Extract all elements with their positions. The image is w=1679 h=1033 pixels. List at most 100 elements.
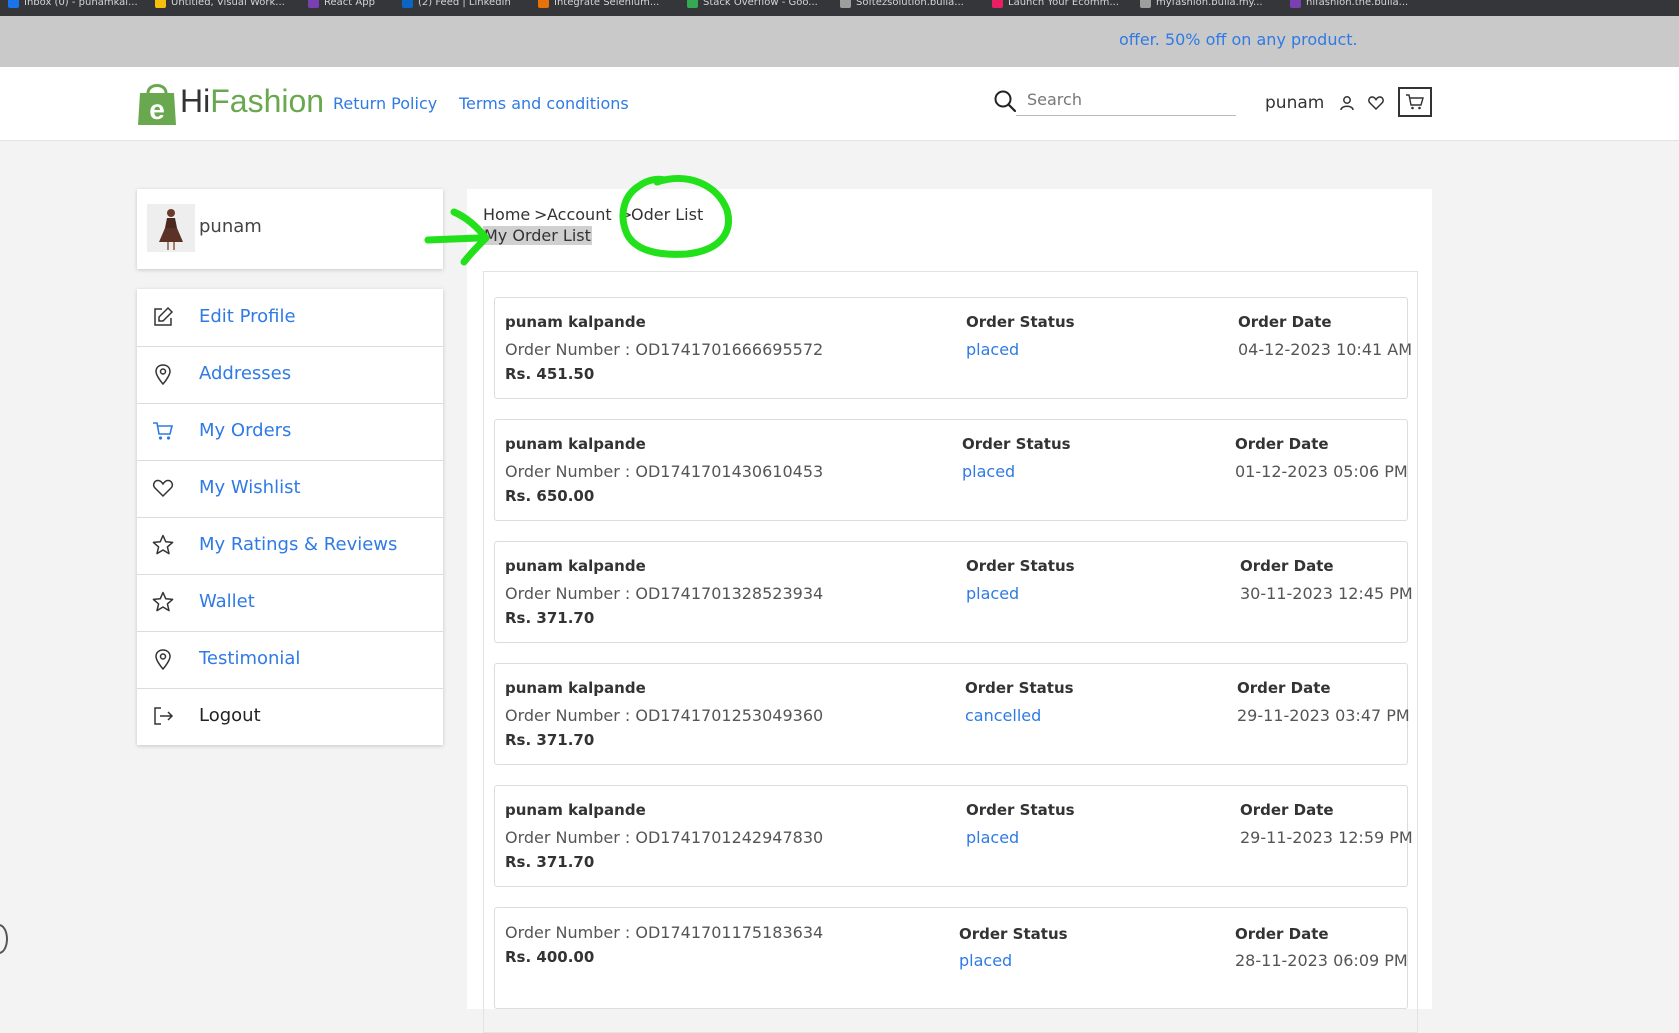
- bookmark-favicon: [8, 0, 19, 8]
- order-customer: punam kalpande: [505, 313, 646, 331]
- star-icon: [152, 534, 174, 555]
- order-amount: Rs. 371.70: [505, 731, 595, 749]
- cart-button[interactable]: [1398, 87, 1432, 117]
- star-icon: [152, 591, 174, 612]
- breadcrumb-account[interactable]: Account: [547, 205, 612, 224]
- site-header: e HiFashion Return Policy Terms and cond…: [0, 67, 1679, 141]
- order-number: Order Number : OD1741701175183634: [505, 923, 824, 942]
- bookmark-favicon: [155, 0, 166, 8]
- sidebar-item-edit-profile[interactable]: Edit Profile: [137, 289, 443, 347]
- order-number: Order Number : OD1741701328523934: [505, 584, 824, 603]
- heart-icon[interactable]: [1367, 94, 1385, 112]
- bookmark[interactable]: hifashion.the.bulla...: [1290, 0, 1408, 8]
- bookmark[interactable]: (2) Feed | LinkedIn: [402, 0, 511, 8]
- order-amount: Rs. 400.00: [505, 948, 595, 966]
- order-status-label: Order Status: [965, 679, 1074, 697]
- bookmark[interactable]: React App: [308, 0, 375, 8]
- order-card[interactable]: punam kalpande Order Number : OD17417012…: [494, 785, 1413, 887]
- breadcrumb-separator: >: [534, 205, 548, 224]
- sidebar-item-wallet[interactable]: Wallet: [137, 574, 443, 632]
- order-card[interactable]: punam kalpande Order Number : OD17417014…: [494, 419, 1408, 521]
- order-card[interactable]: punam kalpande Order Number : OD17417012…: [494, 663, 1410, 765]
- breadcrumb-home[interactable]: Home: [483, 205, 530, 224]
- profile-name: punam: [199, 216, 262, 237]
- edit-icon: [154, 306, 174, 326]
- order-date-label: Order Date: [1237, 679, 1331, 697]
- order-status: cancelled: [965, 706, 1042, 725]
- bookmark-favicon: [840, 0, 851, 8]
- bookmark-favicon: [538, 0, 549, 8]
- order-customer: punam kalpande: [505, 679, 646, 697]
- promo-bar: [0, 16, 1679, 67]
- header-username[interactable]: punam: [1265, 93, 1324, 113]
- page-title: My Order List: [483, 226, 592, 245]
- brand-name[interactable]: HiFashion: [180, 83, 324, 120]
- search-input[interactable]: [1016, 84, 1236, 116]
- order-date-label: Order Date: [1240, 557, 1334, 575]
- order-number: Order Number : OD1741701430610453: [505, 462, 824, 481]
- order-status-label: Order Status: [962, 435, 1071, 453]
- profile-card: punam: [137, 189, 443, 269]
- bookmark[interactable]: Integrate Selenium...: [538, 0, 659, 8]
- order-date: 28-11-2023 06:09 PM: [1235, 951, 1408, 970]
- bookmark[interactable]: Untitled, Visual Work...: [155, 0, 285, 8]
- order-card[interactable]: punam kalpande Order Number : OD17417013…: [494, 541, 1413, 643]
- bookmark[interactable]: Inbox (0) - punamkal...: [8, 0, 138, 8]
- order-card[interactable]: Order Number : OD1741701175183634 Rs. 40…: [494, 907, 1408, 1009]
- user-icon[interactable]: [1338, 94, 1356, 112]
- bookmark-favicon: [992, 0, 1003, 8]
- order-number: Order Number : OD1741701242947830: [505, 828, 824, 847]
- sidebar-item-my-wishlist[interactable]: My Wishlist: [137, 460, 443, 518]
- bookmark[interactable]: myfashion.bulla.my...: [1140, 0, 1263, 8]
- order-amount: Rs. 371.70: [505, 609, 595, 627]
- nav-return-policy[interactable]: Return Policy: [333, 94, 437, 113]
- cart-icon: [153, 422, 174, 440]
- order-card[interactable]: punam kalpande Order Number : OD17417016…: [494, 297, 1412, 399]
- order-status-label: Order Status: [966, 801, 1075, 819]
- sidebar-item-testimonial[interactable]: Testimonial: [137, 631, 443, 689]
- avatar: [147, 204, 195, 252]
- svg-text:e: e: [149, 94, 165, 125]
- bookmark[interactable]: Launch Your Ecomm...: [992, 0, 1119, 8]
- search-icon[interactable]: [993, 89, 1017, 113]
- order-customer: punam kalpande: [505, 557, 646, 575]
- order-date: 01-12-2023 05:06 PM: [1235, 462, 1408, 481]
- order-date: 30-11-2023 12:45 PM: [1240, 584, 1413, 603]
- order-status: placed: [966, 340, 1020, 359]
- sidebar-item-addresses[interactable]: Addresses: [137, 346, 443, 404]
- bookmark[interactable]: Softezsolution.bulla...: [840, 0, 964, 8]
- cart-icon: [1406, 94, 1424, 110]
- bookmark[interactable]: Stack Overflow - Goo...: [687, 0, 818, 8]
- order-date: 29-11-2023 12:59 PM: [1240, 828, 1413, 847]
- shopping-bag-logo-icon[interactable]: e: [136, 79, 178, 127]
- heart-icon: [152, 479, 174, 498]
- sidebar-item-my-orders[interactable]: My Orders: [137, 403, 443, 461]
- account-sidebar-menu: Edit Profile Addresses My Orders My Wish…: [137, 289, 443, 745]
- sidebar-item-my-ratings-reviews[interactable]: My Ratings & Reviews: [137, 517, 443, 575]
- order-date: 29-11-2023 03:47 PM: [1237, 706, 1410, 725]
- bookmark-favicon: [308, 0, 319, 8]
- order-date-label: Order Date: [1235, 925, 1329, 943]
- order-status-label: Order Status: [966, 557, 1075, 575]
- order-amount: Rs. 451.50: [505, 365, 595, 383]
- order-date: 04-12-2023 10:41 AM: [1238, 340, 1413, 359]
- sidebar-item-label: Logout: [199, 705, 261, 726]
- bookmark-favicon: [1290, 0, 1301, 8]
- order-status: placed: [966, 584, 1020, 603]
- sidebar-item-label: Edit Profile: [199, 306, 296, 327]
- bookmark-favicon: [1140, 0, 1151, 8]
- nav-terms-and-conditions[interactable]: Terms and conditions: [459, 94, 629, 113]
- sidebar-item-label: Wallet: [199, 591, 255, 612]
- order-amount: Rs. 650.00: [505, 487, 595, 505]
- order-number: Order Number : OD1741701666695572: [505, 340, 824, 359]
- order-customer: punam kalpande: [505, 435, 646, 453]
- sidebar-item-label: My Orders: [199, 420, 292, 441]
- sidebar-item-logout[interactable]: Logout: [137, 688, 443, 745]
- order-date-label: Order Date: [1235, 435, 1329, 453]
- promo-text: offer. 50% off on any product.: [1119, 30, 1358, 49]
- bookmark-favicon: [687, 0, 698, 8]
- order-list-panel: Home > Account > Oder List My Order List…: [467, 189, 1432, 1033]
- orders-list: punam kalpande Order Number : OD17417016…: [483, 271, 1418, 1033]
- sidebar-item-label: My Wishlist: [199, 477, 301, 498]
- partial-widget: [0, 924, 8, 954]
